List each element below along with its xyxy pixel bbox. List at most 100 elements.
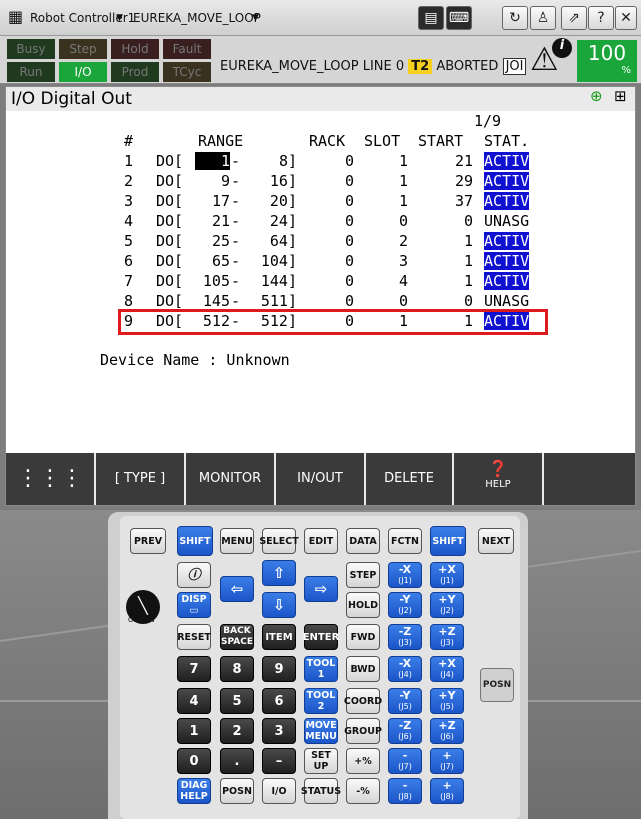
- jog-axis-label: -Y: [399, 593, 411, 606]
- jog-joint-label: (J5): [398, 702, 412, 711]
- jog-plus-2-key[interactable]: +Y (J2): [430, 592, 464, 618]
- chevron-down-icon[interactable]: ▼: [252, 13, 259, 23]
- help-icon[interactable]: ?: [588, 6, 614, 30]
- chevron-down-icon[interactable]: ▼: [116, 13, 123, 23]
- digit-5-key[interactable]: 5: [220, 688, 254, 714]
- item-key[interactable]: ITEM: [262, 624, 296, 650]
- override-indicator[interactable]: 100 %: [577, 40, 637, 82]
- jog-minus-6-key[interactable]: -Z (J6): [388, 718, 422, 744]
- screen-header: I/O Digital Out ⊕ ⊞: [6, 87, 635, 111]
- jog-plus-3-key[interactable]: +Z (J3): [430, 624, 464, 650]
- minus-percent-key[interactable]: -%: [346, 778, 380, 804]
- softkey-help[interactable]: ❓ HELP: [454, 453, 544, 505]
- jog-minus-5-key[interactable]: -Y (J5): [388, 688, 422, 714]
- arrow-right-icon[interactable]: ⇨: [304, 576, 338, 602]
- softkey-bar: ⋮⋮⋮ [ TYPE ] MONITOR IN/OUT DELETE ❓ HEL…: [6, 453, 635, 505]
- edit-key[interactable]: EDIT: [304, 528, 338, 554]
- layout-icon[interactable]: ⊞: [614, 87, 627, 105]
- io-key[interactable]: I/O: [262, 778, 296, 804]
- arrow-up-icon[interactable]: ⇧: [262, 560, 296, 586]
- jog-minus-2-key[interactable]: -Y (J2): [388, 592, 422, 618]
- digit-4-key[interactable]: 4: [177, 688, 211, 714]
- fwd-key[interactable]: FWD: [346, 624, 380, 650]
- backspace-key[interactable]: BACK SPACE: [220, 624, 254, 650]
- shift-key-left[interactable]: SHIFT: [177, 526, 213, 556]
- posn-side-key[interactable]: POSN: [480, 668, 514, 702]
- tool2-key[interactable]: TOOL 2: [304, 688, 338, 714]
- next-key[interactable]: NEXT: [478, 528, 514, 554]
- jog-plus-6-key[interactable]: +Z (J6): [430, 718, 464, 744]
- row-number: 1: [124, 152, 134, 170]
- digit-2-key[interactable]: 2: [220, 718, 254, 744]
- status-key[interactable]: STATUS: [301, 778, 341, 804]
- posn-key[interactable]: POSN: [220, 778, 254, 804]
- decimal-key[interactable]: .: [220, 748, 254, 774]
- fctn-key[interactable]: FCTN: [388, 528, 422, 554]
- jog-minus-4-key[interactable]: -X (J4): [388, 656, 422, 682]
- disp-key[interactable]: DISP ▭: [177, 592, 211, 618]
- digit-7-key[interactable]: 7: [177, 656, 211, 682]
- zoom-in-icon[interactable]: ⊕: [590, 87, 603, 105]
- shift-key-right[interactable]: SHIFT: [430, 526, 466, 556]
- comma-dash-key[interactable]: –: [262, 748, 296, 774]
- softkey-type[interactable]: [ TYPE ]: [96, 453, 186, 505]
- plus-percent-key[interactable]: +%: [346, 748, 380, 774]
- jog-plus-8-key[interactable]: + (J8): [430, 778, 464, 804]
- grid-menu-icon[interactable]: ⋮⋮⋮: [6, 453, 96, 505]
- softkey-empty[interactable]: [544, 453, 635, 505]
- prev-key[interactable]: PREV: [130, 528, 166, 554]
- mode-badge: T2: [408, 59, 433, 74]
- coord-key[interactable]: COORD: [344, 688, 382, 714]
- info-key-icon[interactable]: ⓘ: [177, 562, 211, 588]
- robot-icon[interactable]: ♙: [530, 6, 556, 30]
- setup-key[interactable]: SET UP: [304, 748, 338, 774]
- jog-axis-label: -: [402, 779, 408, 792]
- jog-minus-8-key[interactable]: - (J8): [388, 778, 422, 804]
- menu-key[interactable]: MENU: [220, 528, 254, 554]
- close-icon[interactable]: ✕: [615, 6, 637, 30]
- reset-key[interactable]: RESET: [177, 624, 211, 650]
- select-key[interactable]: SELECT: [259, 528, 299, 554]
- enter-key[interactable]: ENTER: [303, 624, 339, 650]
- bwd-key[interactable]: BWD: [346, 656, 380, 682]
- hold-key[interactable]: HOLD: [346, 592, 380, 618]
- row-highlight-box: [118, 309, 548, 335]
- digit-9-key[interactable]: 9: [262, 656, 296, 682]
- jog-plus-7-key[interactable]: + (J7): [430, 748, 464, 774]
- softkey-monitor[interactable]: MONITOR: [186, 453, 276, 505]
- jog-plus-1-key[interactable]: +X (J1): [430, 562, 464, 588]
- digit-3-key[interactable]: 3: [262, 718, 296, 744]
- stat-value: ACTIV: [484, 232, 530, 250]
- digit-0-key[interactable]: 0: [177, 748, 211, 774]
- range-dash: -: [231, 192, 241, 210]
- keyboard-icon[interactable]: ⌨: [446, 6, 472, 30]
- digit-8-key[interactable]: 8: [220, 656, 254, 682]
- arrow-down-icon[interactable]: ⇩: [262, 592, 296, 618]
- program-name[interactable]: EUREKA_MOVE_LOOP: [133, 11, 261, 25]
- tool1-key[interactable]: TOOL 1: [304, 656, 338, 682]
- softkey-delete[interactable]: DELETE: [366, 453, 454, 505]
- help-icon: ❓: [488, 459, 508, 478]
- jog-minus-3-key[interactable]: -Z (J3): [388, 624, 422, 650]
- move-menu-key[interactable]: MOVE MENU: [304, 718, 338, 744]
- group-key[interactable]: GROUP: [344, 718, 382, 744]
- rack-value: 0: [344, 292, 354, 310]
- info-icon[interactable]: i: [552, 38, 572, 58]
- data-key[interactable]: DATA: [346, 528, 380, 554]
- digit-6-key[interactable]: 6: [262, 688, 296, 714]
- arrow-left-icon[interactable]: ⇦: [220, 576, 254, 602]
- col-stat: STAT.: [484, 132, 530, 150]
- jog-minus-1-key[interactable]: -X (J1): [388, 562, 422, 588]
- jog-plus-5-key[interactable]: +Y (J5): [430, 688, 464, 714]
- softkey-in-out[interactable]: IN/OUT: [276, 453, 366, 505]
- jog-plus-4-key[interactable]: +X (J4): [430, 656, 464, 682]
- start-value: 0: [463, 212, 473, 230]
- refresh-icon[interactable]: ↻: [502, 6, 528, 30]
- jog-minus-7-key[interactable]: - (J7): [388, 748, 422, 774]
- grid-view-icon[interactable]: ▤: [418, 6, 444, 30]
- start-value: 21: [454, 152, 473, 170]
- diag-help-key[interactable]: DIAG HELP: [177, 778, 211, 804]
- external-link-icon[interactable]: ⇗: [561, 6, 587, 30]
- digit-1-key[interactable]: 1: [177, 718, 211, 744]
- step-key[interactable]: STEP: [346, 562, 380, 588]
